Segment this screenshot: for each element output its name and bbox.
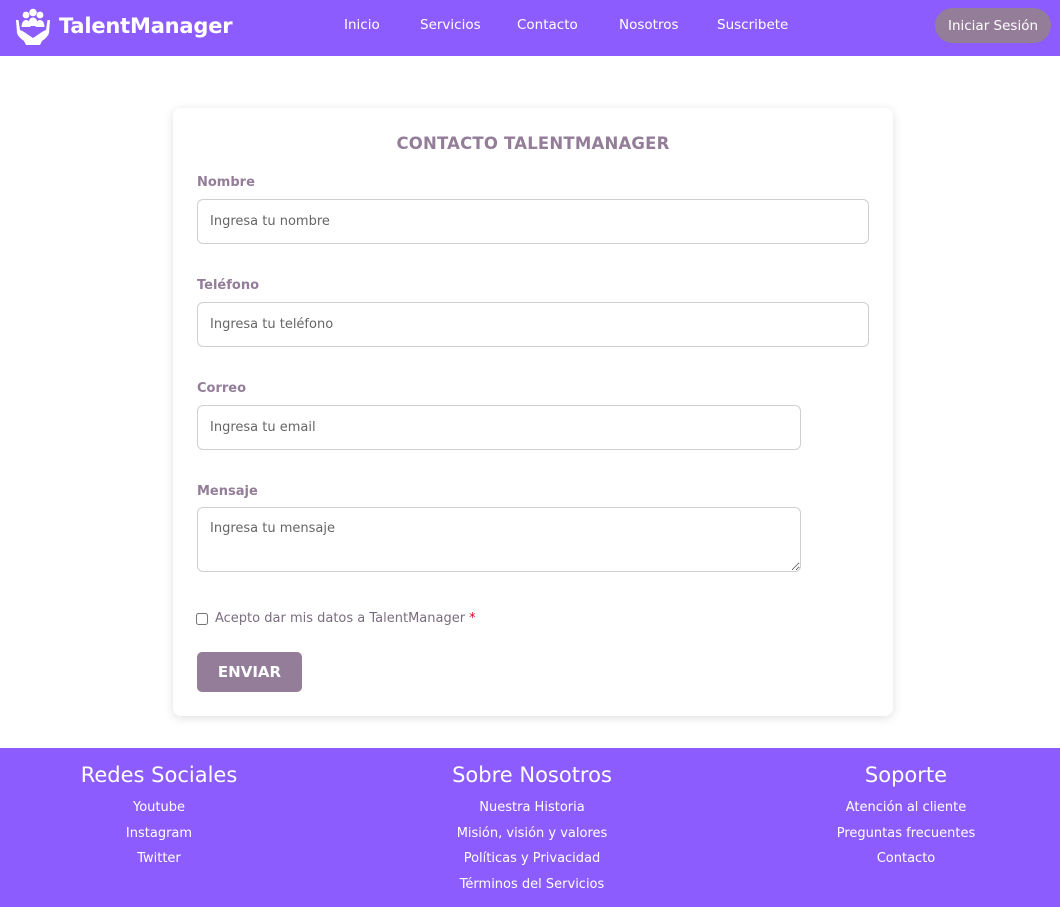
nav-link-contacto[interactable]: Contacto xyxy=(517,17,578,33)
message-label: Mensaje xyxy=(197,484,258,499)
footer-column-about: Sobre Nosotros Nuestra Historia Misión, … xyxy=(412,748,652,897)
main-nav: Inicio Servicios Contacto Nosotros Suscr… xyxy=(0,0,1060,56)
footer-link-instagram[interactable]: Instagram xyxy=(59,821,259,847)
footer-link-terms[interactable]: Términos del Servicios xyxy=(412,872,652,898)
nav-link-inicio[interactable]: Inicio xyxy=(344,17,380,33)
email-field[interactable] xyxy=(197,405,801,450)
footer-link-mission[interactable]: Misión, visión y valores xyxy=(412,821,652,847)
footer-link-contact[interactable]: Contacto xyxy=(806,846,1006,872)
phone-field[interactable] xyxy=(197,302,869,347)
nav-link-suscribete[interactable]: Suscribete xyxy=(717,17,788,33)
submit-button[interactable]: ENVIAR xyxy=(197,652,302,692)
footer-title-social: Redes Sociales xyxy=(80,763,238,787)
footer-title-about: Sobre Nosotros xyxy=(452,763,612,787)
phone-label: Teléfono xyxy=(197,278,260,293)
message-field[interactable] xyxy=(197,507,801,572)
footer-link-history[interactable]: Nuestra Historia xyxy=(412,795,652,821)
login-button[interactable]: Iniciar Sesión xyxy=(935,8,1051,43)
nav-link-servicios[interactable]: Servicios xyxy=(420,17,481,33)
footer-link-youtube[interactable]: Youtube xyxy=(59,795,259,821)
footer: Redes Sociales Youtube Instagram Twitter… xyxy=(0,748,1060,907)
name-label: Nombre xyxy=(197,175,255,190)
footer-column-social: Redes Sociales Youtube Instagram Twitter xyxy=(59,748,259,872)
consent-label: Acepto dar mis datos a TalentManager xyxy=(215,611,466,626)
contact-form-card: CONTACTO TALENTMANAGER Nombre Teléfono C… xyxy=(173,108,893,716)
nav-link-nosotros[interactable]: Nosotros xyxy=(619,17,679,33)
consent-checkbox[interactable] xyxy=(196,612,208,625)
footer-link-customer-service[interactable]: Atención al cliente xyxy=(806,795,1006,821)
footer-title-support: Soporte xyxy=(864,763,948,787)
required-mark: * xyxy=(469,611,476,626)
name-field[interactable] xyxy=(197,199,869,244)
consent-row: Acepto dar mis datos a TalentManager * xyxy=(196,611,476,626)
footer-link-twitter[interactable]: Twitter xyxy=(59,846,259,872)
footer-column-support: Soporte Atención al cliente Preguntas fr… xyxy=(806,748,1006,872)
top-navbar: TalentManager Inicio Servicios Contacto … xyxy=(0,0,1060,56)
form-title: CONTACTO TALENTMANAGER xyxy=(396,134,670,153)
email-label: Correo xyxy=(197,381,247,396)
footer-link-privacy[interactable]: Políticas y Privacidad xyxy=(412,846,652,872)
footer-link-faq[interactable]: Preguntas frecuentes xyxy=(806,821,1006,847)
